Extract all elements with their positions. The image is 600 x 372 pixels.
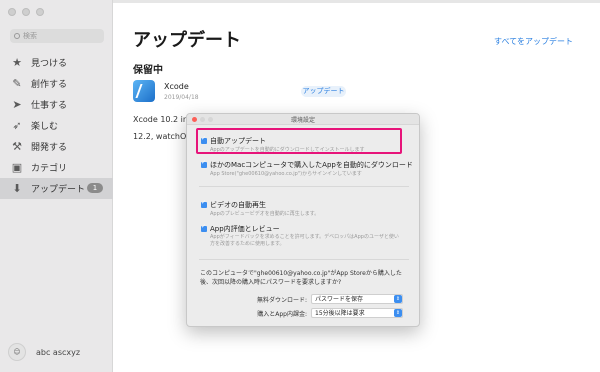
option-description: Appのアップデートを自動的にダウンロードしてインストールします (210, 147, 365, 153)
option-label: ほかのMacコンピュータで購入したAppを自動的にダウンロード (210, 161, 413, 169)
sidebar-item-create[interactable]: ✎ 創作する (0, 73, 113, 94)
sidebar-item-label: 開発する (31, 143, 68, 153)
divider (199, 259, 409, 260)
close-window-button[interactable] (8, 8, 16, 16)
dialog-titlebar: 環境設定 (187, 114, 419, 125)
search-field[interactable]: 検索 (10, 29, 104, 43)
app-update-button[interactable]: アップデート (301, 86, 346, 97)
option-label: 自動アップデート (210, 137, 266, 145)
chevron-updown-icon: ⇕ (394, 295, 402, 303)
page-title: アップデート (133, 30, 241, 51)
purchase-select[interactable]: 15分後以降は要求 ⇕ (311, 308, 403, 318)
xcode-app-icon[interactable] (133, 80, 155, 102)
checkbox-checked-icon (201, 135, 207, 144)
app-date: 2019/04/18 (164, 94, 199, 101)
release-notes-line-1: Xcode 10.2 inc (133, 115, 193, 124)
chevron-updown-icon: ⇕ (394, 309, 402, 317)
checkbox-checked-icon (201, 223, 207, 232)
search-placeholder: 検索 (23, 32, 37, 40)
sidebar: 検索 ★ 見つける ✎ 創作する ➤ 仕事する ➶ 楽しむ ⚒ 開発する ▣ カ… (0, 0, 113, 372)
sidebar-item-discover[interactable]: ★ 見つける (0, 52, 113, 73)
update-all-link[interactable]: すべてをアップデート (494, 36, 573, 47)
option-description: Appがフィードバックを求めることを許可します。デベロッパはAppのユーザと使い… (210, 234, 399, 247)
zoom-window-button[interactable] (36, 8, 44, 16)
app-store-window: 検索 ★ 見つける ✎ 創作する ➤ 仕事する ➶ 楽しむ ⚒ 開発する ▣ カ… (0, 0, 600, 372)
dialog-title: 環境設定 (290, 117, 315, 124)
password-prompt-text: このコンピュータで"ghe00610@yahoo.co.jp"がApp Stor… (200, 270, 402, 286)
purchase-label: 購入とApp内課金: (257, 311, 307, 318)
rocket-icon: ➶ (12, 119, 22, 132)
free-download-label: 無料ダウンロード: (256, 297, 307, 304)
sidebar-nav: ★ 見つける ✎ 創作する ➤ 仕事する ➶ 楽しむ ⚒ 開発する ▣ カテゴリ (0, 52, 113, 199)
updates-count-badge: 1 (87, 183, 103, 193)
account-area[interactable]: ☺ abc ascxyz (8, 343, 80, 361)
divider (199, 186, 409, 187)
sidebar-item-label: アップデート (31, 185, 86, 195)
sidebar-item-develop[interactable]: ⚒ 開発する (0, 136, 113, 157)
checkbox-checked-icon (201, 159, 207, 168)
avatar[interactable]: ☺ (8, 343, 26, 361)
select-value: 15分後以降は要求 (315, 310, 365, 317)
free-download-select[interactable]: パスワードを保存 ⇕ (311, 294, 403, 304)
checkbox-checked-icon (201, 199, 207, 208)
option-description: App Store("ghe00610@yahoo.co.jp")からサインイン… (210, 171, 362, 177)
video-autoplay-checkbox[interactable]: ビデオの自動再生 (201, 199, 266, 210)
sidebar-item-label: 仕事する (31, 101, 68, 111)
option-label: App内評価とレビュー (210, 225, 280, 233)
sidebar-item-label: 楽しむ (31, 122, 59, 132)
sidebar-item-play[interactable]: ➶ 楽しむ (0, 115, 113, 136)
sidebar-item-label: カテゴリ (31, 164, 68, 174)
sidebar-item-work[interactable]: ➤ 仕事する (0, 94, 113, 115)
auto-download-other-macs-checkbox[interactable]: ほかのMacコンピュータで購入したAppを自動的にダウンロード (201, 159, 413, 170)
release-notes-line-2: 12.2, watchOS (133, 132, 192, 141)
option-label: ビデオの自動再生 (210, 201, 266, 209)
search-icon (14, 33, 20, 39)
sidebar-item-categories[interactable]: ▣ カテゴリ (0, 157, 113, 178)
sidebar-item-label: 創作する (31, 80, 68, 90)
star-icon: ★ (12, 56, 22, 69)
option-description: Appのプレビュービデオを自動的に再生します。 (210, 211, 320, 217)
pending-section-title: 保留中 (133, 65, 163, 76)
download-icon: ⬇ (12, 182, 22, 195)
brush-icon: ✎ (12, 77, 22, 90)
account-name: abc ascxyz (36, 347, 81, 357)
sidebar-item-label: 見つける (31, 59, 68, 69)
hammer-icon: ⚒ (12, 140, 22, 153)
sidebar-item-updates[interactable]: ⬇ アップデート 1 (0, 178, 113, 199)
select-value: パスワードを保存 (315, 296, 364, 303)
minimize-window-button[interactable] (22, 8, 30, 16)
paper-plane-icon: ➤ (12, 98, 22, 111)
window-controls (8, 8, 44, 16)
categories-icon: ▣ (11, 161, 23, 174)
preferences-dialog: 環境設定 自動アップデート Appのアップデートを自動的にダウンロードしてインス… (186, 113, 420, 327)
in-app-ratings-checkbox[interactable]: App内評価とレビュー (201, 223, 280, 234)
auto-update-checkbox[interactable]: 自動アップデート (201, 135, 266, 146)
app-name[interactable]: Xcode (164, 82, 189, 91)
